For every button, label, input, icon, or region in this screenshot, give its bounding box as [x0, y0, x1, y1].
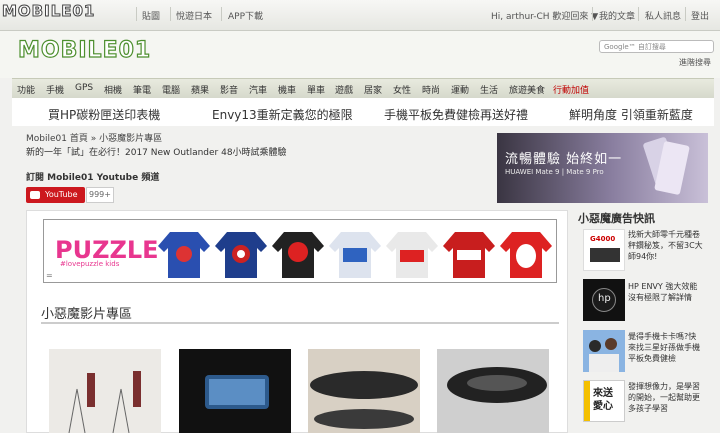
people-icon — [583, 330, 625, 372]
sweater-image — [500, 232, 552, 278]
divider — [170, 7, 171, 21]
printer-ad-label: G4000 — [590, 235, 616, 243]
nav-item-life[interactable]: 生活 — [480, 83, 498, 96]
hp-ad-image[interactable]: hp — [583, 279, 625, 321]
promo-link-phone-checkup[interactable]: 手機平板免費健檢再送好禮 — [384, 106, 528, 123]
promo-link-display[interactable]: 鮮明角度 引領重新藍度 — [569, 106, 693, 123]
charity-stripe — [584, 381, 590, 421]
user-greeting-menu[interactable]: Hi, arthur-CH 歡迎回來 ▼ — [491, 9, 598, 22]
search-input[interactable]: Google™ 自訂搜尋 — [599, 40, 714, 53]
nav-item-home[interactable]: 居家 — [364, 83, 382, 96]
divider — [136, 7, 137, 21]
private-messages-link[interactable]: 私人訊息 — [645, 9, 681, 22]
video-thumbnail-image — [179, 349, 291, 433]
nav-item-travel-food[interactable]: 旅遊美食 — [509, 83, 545, 96]
top-link-japan-travel[interactable]: 悅遊日本 — [176, 9, 212, 22]
printer-ad-image[interactable]: G4000 — [583, 229, 625, 271]
top-link-app-download[interactable]: APP下載 — [228, 9, 263, 22]
youtube-icon — [30, 191, 40, 199]
ad-news-heading: 小惡魔廣告快訊 — [578, 212, 655, 225]
nav-item-gps[interactable]: GPS — [75, 83, 93, 93]
nav-item-games[interactable]: 遊戲 — [335, 83, 353, 96]
nav-item-fashion[interactable]: 時尚 — [422, 83, 440, 96]
sweater-image — [386, 232, 438, 278]
ad-text-hp-envy[interactable]: HP ENVY 強大效能沒有極限了解詳情 — [628, 281, 704, 303]
charity-ad-image[interactable]: 來送愛心 — [583, 380, 625, 422]
video-thumbnail-image — [49, 349, 161, 433]
video-thumbnail-image — [308, 349, 420, 433]
video-thumbnail[interactable] — [49, 349, 161, 433]
video-thumbnail[interactable] — [308, 349, 420, 433]
logout-link[interactable]: 登出 — [691, 9, 709, 22]
breadcrumb[interactable]: Mobile01 首頁 » 小惡魔影片專區 — [26, 131, 162, 144]
nav-item-apple[interactable]: 蘋果 — [191, 83, 209, 96]
news-headline-link[interactable]: 新的一年「試」在必行！2017 New Outlander 48小時試乘體驗 — [26, 145, 287, 158]
sweater-image — [443, 232, 495, 278]
my-posts-link[interactable]: 我的文章 — [599, 9, 635, 22]
divider — [685, 7, 686, 21]
divider — [41, 322, 559, 324]
divider — [638, 7, 639, 21]
subscribe-label: 訂閱 Mobile01 Youtube 頻道 — [26, 173, 160, 183]
phone-checkup-ad-image[interactable] — [583, 330, 625, 372]
banner-subline: HUAWEI Mate 9 | Mate 9 Pro — [505, 168, 604, 176]
ad-text-phone-checkup[interactable]: 覺得手機卡卡嗎?快來找三星好孫做手機平板免費健檢 — [628, 331, 704, 364]
promo-link-envy13[interactable]: Envy13重新定義您的極限 — [212, 106, 353, 123]
top-link-stickers[interactable]: 貼圖 — [142, 9, 160, 22]
youtube-button-label: YouTube — [45, 190, 78, 199]
puzzle-equals: = — [46, 271, 53, 280]
promo-strip: 買HP碳粉匣送印表機 Envy13重新定義您的極限 手機平板免費健檢再送好禮 鮮… — [12, 98, 714, 126]
sweater-image — [215, 232, 267, 278]
printer-icon — [590, 248, 620, 262]
puzzle-tagline: #lovepuzzle kids — [60, 260, 120, 268]
ad-text-printer[interactable]: 找新大師零千元種卷秤鑽秘笈，不留3C大師94你! — [628, 229, 704, 262]
ad-text-charity[interactable]: 發揮想像力，是學習的開始，一起幫助更多孩子學習 — [628, 381, 704, 414]
sweater-image — [329, 232, 381, 278]
youtube-subscribe-button[interactable]: YouTube — [26, 187, 85, 203]
nav-item-mobile-vas[interactable]: 行動加值 — [553, 83, 589, 96]
nav-item-laptops[interactable]: 筆電 — [133, 83, 151, 96]
sweater-image — [272, 232, 324, 278]
subscriber-count-badge: 999+ — [86, 187, 114, 203]
hp-logo-text: hp — [598, 293, 611, 304]
nav-item-cars[interactable]: 汽車 — [249, 83, 267, 96]
charity-logo-text: 來送愛心 — [593, 388, 613, 412]
nav-item-cameras[interactable]: 相機 — [104, 83, 122, 96]
nav-item-features[interactable]: 功能 — [17, 83, 35, 96]
video-thumbnail[interactable] — [179, 349, 291, 433]
section-title: 小惡魔影片專區 — [41, 307, 133, 322]
nav-item-sports[interactable]: 運動 — [451, 83, 469, 96]
nav-item-computers[interactable]: 電腦 — [162, 83, 180, 96]
video-thumbnail[interactable] — [437, 349, 549, 433]
nav-item-av[interactable]: 影音 — [220, 83, 238, 96]
nav-item-bikes[interactable]: 單車 — [307, 83, 325, 96]
banner-headline: 流暢體驗 始終如一 — [505, 152, 623, 167]
divider — [592, 7, 593, 21]
video-thumbnail-image — [437, 349, 549, 433]
divider — [221, 7, 222, 21]
promo-link-hp-toner[interactable]: 買HP碳粉匣送印表機 — [48, 106, 160, 123]
nav-item-motorcycles[interactable]: 機車 — [278, 83, 296, 96]
top-logo[interactable]: MOBILE01 — [1, 2, 95, 21]
nav-item-phones[interactable]: 手機 — [46, 83, 64, 96]
site-logo[interactable]: MOBILE01 — [17, 37, 151, 63]
nav-item-women[interactable]: 女性 — [393, 83, 411, 96]
sweater-image — [158, 232, 210, 278]
advanced-search-link[interactable]: 進階搜尋 — [679, 57, 711, 68]
category-nav: 功能 手機 GPS 相機 筆電 電腦 蘋果 影音 汽車 機車 單車 遊戲 居家 … — [12, 78, 714, 99]
